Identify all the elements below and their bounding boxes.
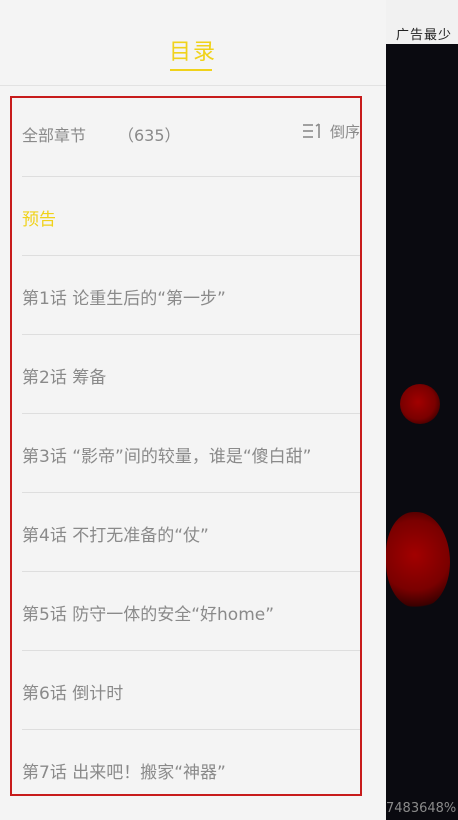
chapter-item-1[interactable]: 第1话 论重生后的“第一步” [22,255,360,335]
chapter-item-7[interactable]: 第7话 出来吧！搬家“神器” [22,729,360,794]
chapter-item-5[interactable]: 第5话 防守一体的安全“好home” [22,571,360,651]
chapter-label: 第2话 筹备 [22,368,107,388]
chapter-label: 第5话 防守一体的安全“好home” [22,605,275,625]
chapter-label: 第3话 “影帝”间的较量，谁是“傻白甜” [22,447,312,467]
chapter-label: 第1话 论重生后的“第一步” [22,289,226,309]
chapter-count: （635） [118,126,181,145]
chapter-list-header: 全部章节 （635） 倒序 [22,98,360,177]
reader-top-bar: 广告最少 [386,0,458,44]
chapter-list[interactable]: 全部章节 （635） 倒序 预告 第1话 论重生后的“第一步” 第2话 筹备 第… [10,96,362,796]
reader-background: 广告最少 7483648% [386,0,458,820]
all-chapters-label: 全部章节 [22,126,87,145]
toc-drawer: 目录 全部章节 （635） 倒序 预告 第1话 论重生后的“第一步” 第2话 筹… [0,0,386,820]
chapter-label: 第7话 出来吧！搬家“神器” [22,763,226,783]
ad-text: 广告最少 [396,28,453,43]
chapter-item-preview[interactable]: 预告 [22,176,360,256]
sort-order-button[interactable]: 倒序 [302,120,360,142]
comic-art-blob [400,384,440,424]
chapter-item-2[interactable]: 第2话 筹备 [22,334,360,414]
drawer-title: 目录 [168,40,217,65]
chapter-item-4[interactable]: 第4话 不打无准备的“仗” [22,492,360,572]
chapter-label: 预告 [22,210,56,230]
chapter-item-3[interactable]: 第3话 “影帝”间的较量，谁是“傻白甜” [22,413,360,493]
sort-order-label: 倒序 [329,122,360,141]
chapter-label: 第6话 倒计时 [22,684,124,704]
chapter-item-6[interactable]: 第6话 倒计时 [22,650,360,730]
reader-footer-text: 7483648% [386,801,457,816]
chapter-label: 第4话 不打无准备的“仗” [22,526,209,546]
title-underline [170,69,212,71]
comic-art-blob [386,512,450,608]
drawer-header: 目录 [0,0,386,86]
sort-icon [302,123,320,138]
